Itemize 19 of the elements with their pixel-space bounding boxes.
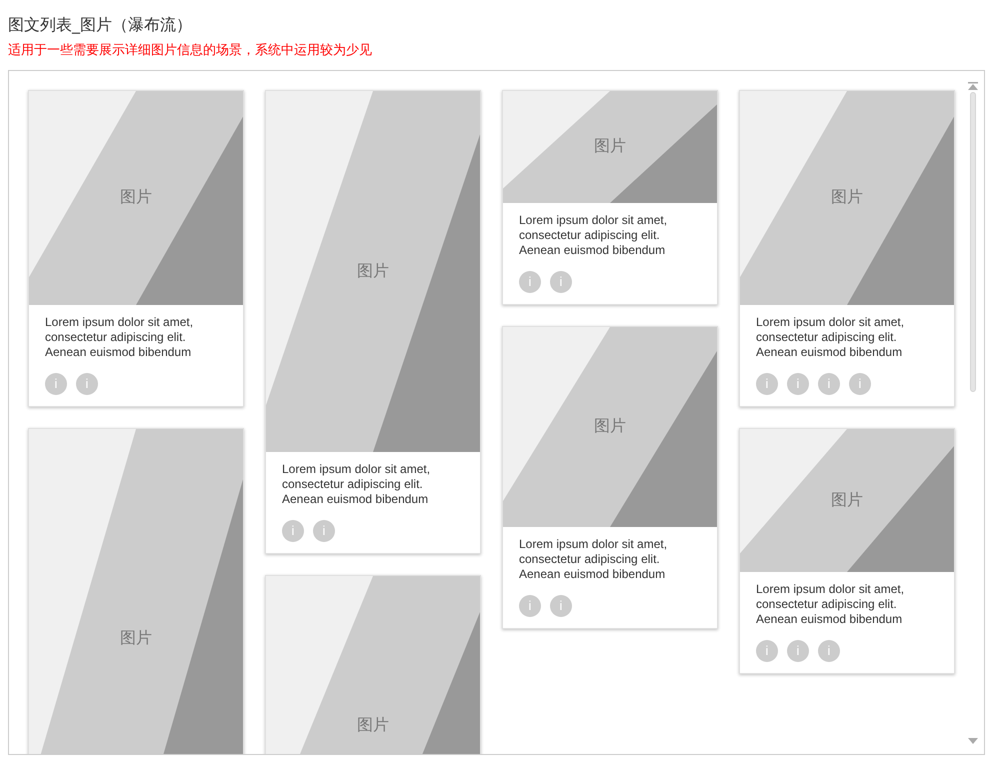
- card-description: Lorem ipsum dolor sit amet, consectetur adipiscing elit. Aenean euismod bibendum: [519, 213, 668, 258]
- card-description: Lorem ipsum dolor sit amet, consectetur adipiscing elit. Aenean euismod bibendum: [756, 315, 906, 360]
- image-label: 图片: [357, 262, 389, 282]
- scrollbar-thumb[interactable]: [970, 92, 976, 392]
- scroll-down-icon[interactable]: [968, 738, 978, 744]
- image-label: 图片: [357, 716, 389, 736]
- image-label: 图片: [831, 490, 863, 510]
- card-description: Lorem ipsum dolor sit amet, consectetur adipiscing elit. Aenean euismod bibendum: [756, 582, 906, 627]
- image-label: 图片: [594, 416, 626, 437]
- image-label: 图片: [594, 136, 626, 157]
- image-label: 图片: [831, 188, 863, 208]
- card-description: Lorem ipsum dolor sit amet, consectetur adipiscing elit. Aenean euismod bibendum: [45, 315, 194, 360]
- card-description: Lorem ipsum dolor sit amet, consectetur adipiscing elit. Aenean euismod bibendum: [519, 537, 668, 582]
- card-description: Lorem ipsum dolor sit amet, consectetur adipiscing elit. Aenean euismod bibendum: [282, 462, 432, 507]
- page-title: 图文列表_图片（瀑布流）: [8, 15, 193, 35]
- image-label: 图片: [120, 628, 152, 649]
- image-label: 图片: [120, 188, 152, 208]
- scroll-top-icon[interactable]: [968, 82, 978, 90]
- page-subtitle: 适用于一些需要展示详细图片信息的场景，系统中运用较为少见: [8, 42, 373, 60]
